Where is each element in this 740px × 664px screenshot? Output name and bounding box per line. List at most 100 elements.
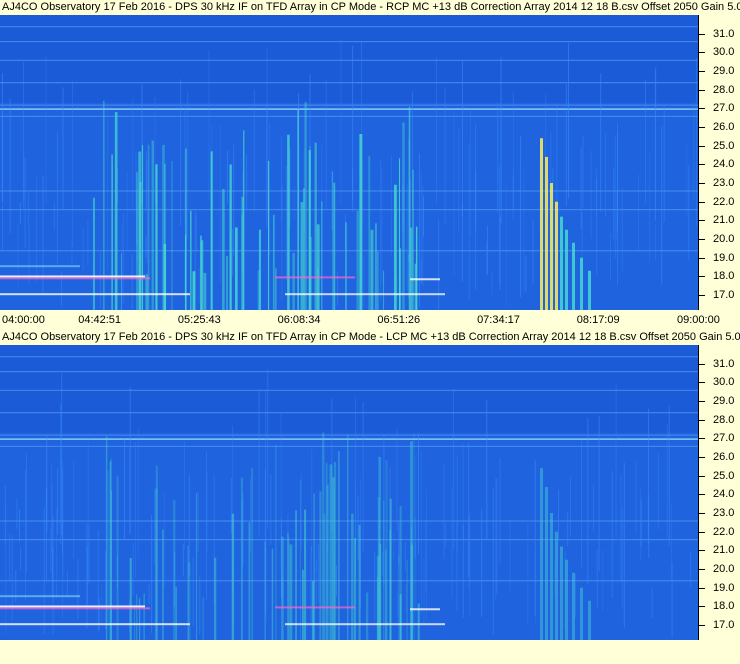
lcp-time-axis-blank xyxy=(0,640,740,664)
burst-stripe xyxy=(195,492,198,640)
noise-streak xyxy=(414,517,416,559)
noise-streak xyxy=(131,254,133,310)
y-tick-label: 26.0 xyxy=(713,121,735,134)
y-tick xyxy=(699,363,705,365)
noise-streak xyxy=(580,147,582,230)
y-tick-label: 17.0 xyxy=(713,619,735,632)
x-tick-label: 06:08:34 xyxy=(277,314,321,326)
noise-streak xyxy=(421,451,423,616)
noise-streak xyxy=(458,128,460,234)
noise-streak xyxy=(51,463,53,552)
burst-stripe xyxy=(114,112,118,310)
noise-streak xyxy=(405,584,407,613)
noise-streak xyxy=(647,408,649,544)
burst-stripe xyxy=(368,156,371,310)
y-tick-label: 24.0 xyxy=(713,488,735,501)
burst-stripe xyxy=(271,548,274,640)
burst-stripe xyxy=(309,145,311,310)
noise-streak xyxy=(648,153,650,263)
noise-streak xyxy=(195,214,197,252)
y-tick-label: 25.0 xyxy=(713,139,735,152)
noise-streak xyxy=(137,428,139,558)
y-tick-label: 27.0 xyxy=(713,432,735,445)
x-tick-label: 07:34:17 xyxy=(477,314,520,326)
noise-streak xyxy=(56,508,58,599)
lcp-panel: AJ4CO Observatory 17 Feb 2016 - DPS 30 k… xyxy=(0,330,740,664)
noise-streak xyxy=(208,50,210,199)
noise-streak xyxy=(246,155,248,210)
noise-streak xyxy=(438,219,440,310)
burst-stripe xyxy=(143,593,145,640)
noise-streak xyxy=(423,556,425,625)
y-tick xyxy=(699,513,705,515)
noise-streak xyxy=(258,390,260,537)
noise-streak xyxy=(534,459,536,617)
y-tick xyxy=(699,52,705,54)
noise-streak xyxy=(4,485,6,545)
burst-stripe xyxy=(379,544,382,640)
noise-streak xyxy=(621,507,623,609)
burst-stripe xyxy=(120,253,123,310)
noise-streak xyxy=(56,131,58,264)
noise-streak xyxy=(491,271,493,295)
burst-stripe xyxy=(292,252,295,310)
burst-stripe xyxy=(136,172,138,310)
noise-streak xyxy=(311,448,313,556)
y-tick xyxy=(699,127,705,129)
burst-arc xyxy=(580,257,583,310)
interference-line xyxy=(0,41,698,43)
noise-streak xyxy=(154,96,156,205)
burst-stripe xyxy=(257,270,261,310)
noise-streak xyxy=(362,402,364,551)
noise-streak xyxy=(420,173,422,285)
interference-line xyxy=(0,209,698,211)
noise-streak xyxy=(638,174,640,253)
y-tick-label: 26.0 xyxy=(713,451,735,464)
burst-stripe xyxy=(299,479,301,640)
burst-arc xyxy=(565,229,568,310)
y-tick-label: 27.0 xyxy=(713,102,735,115)
burst-stripe xyxy=(297,108,299,310)
noise-streak xyxy=(462,61,464,217)
y-tick xyxy=(699,295,705,297)
noise-streak xyxy=(62,87,64,211)
burst-stripe xyxy=(116,475,119,640)
noise-streak xyxy=(567,43,569,199)
noise-streak xyxy=(663,106,665,222)
noise-streak xyxy=(417,433,419,555)
noise-streak xyxy=(61,372,63,536)
noise-streak xyxy=(581,440,583,567)
y-tick xyxy=(699,457,705,459)
burst-stripe xyxy=(192,271,196,310)
burst-stripe xyxy=(358,524,361,640)
burst-stripe xyxy=(141,145,144,310)
noise-streak xyxy=(505,187,507,307)
noise-streak xyxy=(500,57,502,223)
noise-streak xyxy=(45,488,47,582)
burst-stripe xyxy=(402,122,405,310)
burst-arc xyxy=(540,138,543,310)
noise-streak xyxy=(695,57,697,226)
burst-stripe xyxy=(173,499,176,640)
x-tick-label: 04:00:00 xyxy=(2,314,45,326)
noise-streak xyxy=(590,150,592,239)
burst-stripe xyxy=(409,227,413,310)
burst-stripe xyxy=(203,272,207,310)
noise-streak xyxy=(423,196,425,237)
interference-line xyxy=(0,438,698,440)
burst-stripe xyxy=(370,229,374,310)
burst-stripe xyxy=(345,222,347,310)
noise-streak xyxy=(496,478,498,594)
burst-stripe xyxy=(272,214,275,310)
y-tick xyxy=(699,164,705,166)
burst-stripe xyxy=(240,477,243,640)
y-tick xyxy=(699,438,705,440)
burst-arc xyxy=(545,156,548,310)
burst-stripe xyxy=(105,436,108,640)
burst-arc xyxy=(580,587,583,640)
noise-streak xyxy=(60,403,62,545)
y-tick xyxy=(699,145,705,147)
noise-streak xyxy=(145,151,147,210)
y-tick xyxy=(699,183,705,185)
burst-arc xyxy=(555,531,558,640)
